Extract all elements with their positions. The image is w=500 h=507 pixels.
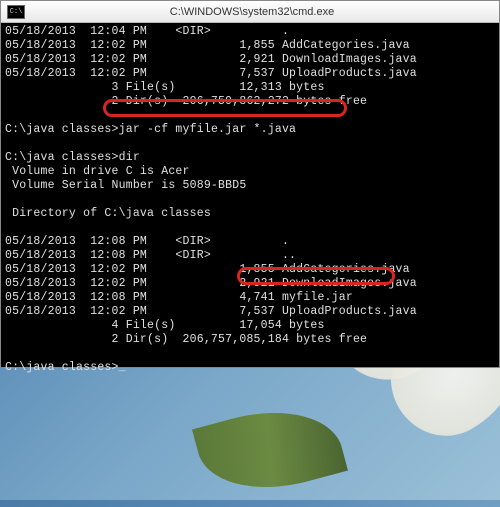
window-title: C:\WINDOWS\system32\cmd.exe xyxy=(29,6,499,18)
leaf-shape xyxy=(192,393,348,507)
cmd-window[interactable]: C:\ C:\WINDOWS\system32\cmd.exe 05/18/20… xyxy=(0,0,500,368)
title-bar[interactable]: C:\ C:\WINDOWS\system32\cmd.exe xyxy=(1,1,499,23)
dir-line: 05/18/2013 12:08 PM <DIR> .. xyxy=(5,249,296,262)
dir-line: 05/18/2013 12:02 PM 7,537 UploadProducts… xyxy=(5,67,417,80)
dir-line: 05/18/2013 12:02 PM 2,921 DownloadImages… xyxy=(5,277,417,290)
terminal-output[interactable]: 05/18/2013 12:04 PM <DIR> . 05/18/2013 1… xyxy=(1,23,499,377)
prompt: C:\java classes> xyxy=(5,361,119,374)
dir-summary: 3 File(s) 12,313 bytes xyxy=(5,81,325,94)
prompt: C:\java classes> xyxy=(5,123,119,136)
dir-line: 05/18/2013 12:08 PM 4,741 myfile.jar xyxy=(5,291,353,304)
dir-line: 05/18/2013 12:04 PM <DIR> . xyxy=(5,25,289,38)
volume-line: Volume Serial Number is 5089-BBD5 xyxy=(5,179,246,192)
directory-of-line: Directory of C:\java classes xyxy=(5,207,211,220)
cmd-icon: C:\ xyxy=(7,5,25,19)
volume-line: Volume in drive C is Acer xyxy=(5,165,190,178)
dir-summary: 2 Dir(s) 206,759,862,272 bytes free xyxy=(5,95,367,108)
dir-line: 05/18/2013 12:02 PM 1,855 AddCategories.… xyxy=(5,263,410,276)
command-text: dir xyxy=(119,151,140,164)
dir-summary: 4 File(s) 17,054 bytes xyxy=(5,319,325,332)
dir-line: 05/18/2013 12:02 PM 2,921 DownloadImages… xyxy=(5,53,417,66)
prompt: C:\java classes> xyxy=(5,151,119,164)
command-text: jar -cf myfile.jar *.java xyxy=(119,123,297,136)
dir-line: 05/18/2013 12:08 PM <DIR> . xyxy=(5,235,289,248)
dir-line: 05/18/2013 12:02 PM 7,537 UploadProducts… xyxy=(5,305,417,318)
dir-line: 05/18/2013 12:02 PM 1,855 AddCategories.… xyxy=(5,39,410,52)
cursor[interactable]: _ xyxy=(119,361,126,374)
dir-summary: 2 Dir(s) 206,757,085,184 bytes free xyxy=(5,333,367,346)
